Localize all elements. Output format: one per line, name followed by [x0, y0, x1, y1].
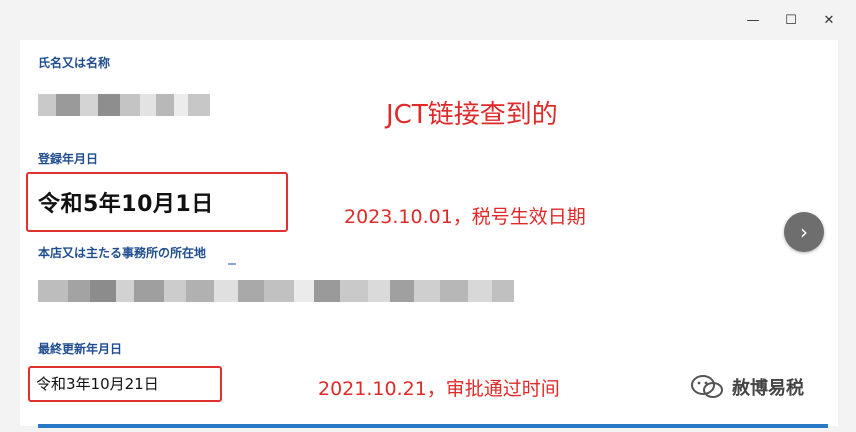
app-window: — ☐ ✕ 氏名又は名称 JCT链接查到的 登録年月日 令和5年10月1日 20…: [0, 0, 856, 432]
address-value-redacted: [38, 280, 514, 302]
name-value-redacted: [38, 94, 210, 116]
next-arrow-button[interactable]: ›: [784, 212, 824, 252]
address-label: 本店又は主たる事務所の所在地: [38, 246, 207, 260]
address-underline: [228, 263, 236, 265]
registration-annotation: 2023.10.01，税号生效日期: [344, 206, 586, 228]
chevron-right-icon: ›: [800, 220, 808, 244]
maximize-icon[interactable]: ☐: [780, 10, 802, 32]
close-icon[interactable]: ✕: [818, 10, 840, 32]
watermark: 赦博易税: [690, 374, 804, 400]
jct-annotation: JCT链接查到的: [386, 100, 558, 130]
last-update-value: 令和3年10月21日: [36, 375, 159, 393]
update-annotation: 2021.10.21，审批通过时间: [318, 378, 560, 400]
panel-bottom-border: [38, 424, 828, 428]
registration-date-label: 登録年月日: [38, 152, 99, 166]
registration-date-value: 令和5年10月1日: [38, 192, 214, 217]
minimize-icon[interactable]: —: [742, 10, 764, 32]
last-update-label: 最終更新年月日: [38, 342, 123, 356]
name-label: 氏名又は名称: [38, 56, 111, 70]
wechat-icon: [691, 375, 723, 398]
watermark-text: 赦博易税: [732, 378, 804, 399]
